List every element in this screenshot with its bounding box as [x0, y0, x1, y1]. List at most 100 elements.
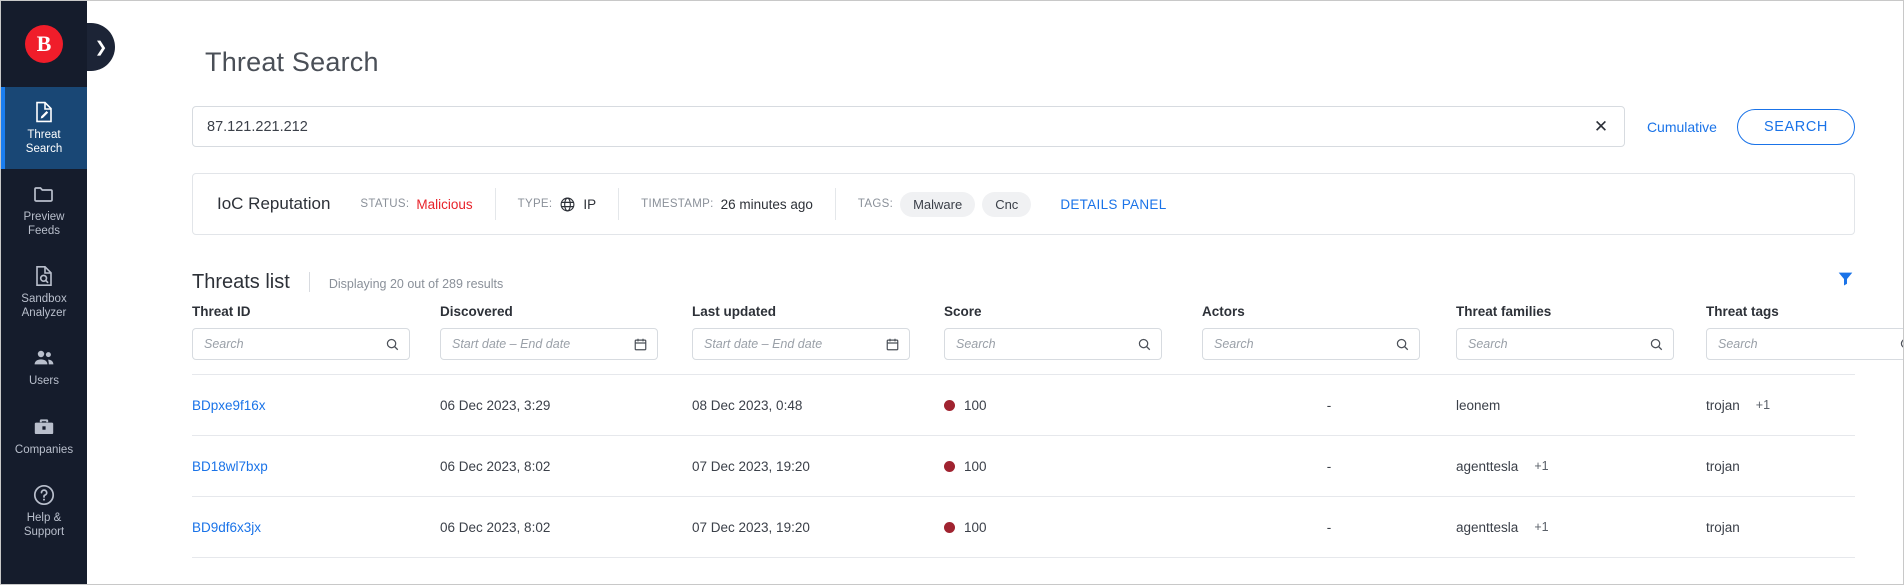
column-header-last-updated: Last updated: [692, 304, 777, 319]
cell-discovered: 06 Dec 2023, 8:02: [440, 496, 692, 558]
filter-input-last-updated[interactable]: [704, 337, 885, 351]
ioc-status: STATUS: Malicious: [360, 188, 494, 220]
family-name: agenttesla: [1456, 458, 1519, 474]
calendar-icon[interactable]: [885, 337, 900, 352]
filter-threat-families[interactable]: [1456, 328, 1674, 360]
column-header-threat-tags: Threat tags: [1706, 304, 1779, 319]
divider: [308, 271, 310, 292]
sidebar-item-label: Companies: [14, 443, 74, 456]
cell-last-updated: 08 Dec 2023, 0:48: [692, 374, 944, 436]
sidebar-item-help-support[interactable]: Help & Support: [1, 470, 87, 552]
cell-actors: -: [1202, 374, 1456, 436]
family-name: leonem: [1456, 397, 1501, 413]
score-dot-icon: [944, 521, 955, 533]
filter-threat-tags[interactable]: [1706, 328, 1903, 360]
page-title: Threat Search: [205, 47, 379, 77]
search-row: ✕ Cumulative SEARCH: [87, 78, 1903, 147]
score-value: 100: [964, 519, 987, 535]
tag-chip: Cnc: [982, 191, 1032, 217]
details-panel-link[interactable]: DETAILS PANEL: [1060, 197, 1166, 212]
sidebar-item-label: Preview Feeds: [23, 211, 65, 237]
search-icon[interactable]: [1395, 337, 1410, 352]
sidebar-item-label: Threat Search: [25, 129, 63, 155]
cell-score: 100: [944, 459, 1202, 474]
cell-actors: -: [1202, 435, 1456, 497]
search-icon[interactable]: [1899, 337, 1903, 352]
threat-id-link[interactable]: BD18wl7bxp: [192, 459, 268, 474]
cell-actors: -: [1202, 496, 1456, 558]
sidebar-item-users[interactable]: Users: [1, 333, 87, 402]
threats-table: Threat ID Discovered Last updated Score …: [192, 304, 1903, 558]
ioc-tags: TAGS: Malware Cnc DETAILS PANEL: [834, 188, 1189, 220]
status-badge: Malicious: [416, 196, 473, 212]
tag-name: trojan: [1706, 519, 1740, 535]
ioc-timestamp-label: TIMESTAMP:: [641, 198, 714, 210]
filter-input-threat-tags[interactable]: [1718, 337, 1899, 351]
filter-threat-id[interactable]: [192, 328, 410, 360]
table-row[interactable]: BDpxe9f16x 06 Dec 2023, 3:29 08 Dec 2023…: [192, 374, 1855, 436]
ioc-title: IoC Reputation: [217, 194, 331, 213]
search-icon[interactable]: [1137, 337, 1152, 352]
table-filter-row: [192, 328, 1903, 375]
tag-more-count[interactable]: +1: [1756, 398, 1770, 412]
users-icon: [32, 346, 56, 370]
cell-score: 100: [944, 398, 1202, 413]
filter-last-updated[interactable]: [692, 328, 910, 360]
close-icon[interactable]: ✕: [1590, 116, 1612, 138]
ioc-type: TYPE: IP: [494, 188, 619, 220]
sidebar-item-label: Help & Support: [23, 512, 65, 538]
ioc-status-label: STATUS:: [360, 198, 410, 210]
column-header-discovered: Discovered: [440, 304, 513, 319]
chevron-right-icon: ❯: [94, 39, 108, 56]
filter-discovered[interactable]: [440, 328, 658, 360]
filter-score[interactable]: [944, 328, 1162, 360]
filter-input-threat-id[interactable]: [204, 337, 385, 351]
filter-input-discovered[interactable]: [452, 337, 633, 351]
logo-letter: B: [25, 25, 63, 63]
sidebar-item-companies[interactable]: Companies: [1, 402, 87, 471]
brand-logo[interactable]: B: [1, 1, 87, 87]
table-row[interactable]: BD9df6x3jx 06 Dec 2023, 8:02 07 Dec 2023…: [192, 496, 1855, 558]
family-name: agenttesla: [1456, 519, 1519, 535]
sidebar-item-label: Users: [28, 375, 60, 387]
ioc-timestamp-value: 26 minutes ago: [720, 196, 813, 212]
sidebar-item-threat-search[interactable]: Threat Search: [1, 87, 87, 169]
family-more-count[interactable]: +1: [1534, 520, 1548, 534]
sidebar-item-preview-feeds[interactable]: Preview Feeds: [1, 169, 87, 251]
app-window: B Threat Search Preview Feeds Sandbox An…: [0, 0, 1904, 585]
search-box[interactable]: ✕: [192, 106, 1625, 147]
filter-input-threat-families[interactable]: [1468, 337, 1649, 351]
tag-name: trojan: [1706, 397, 1740, 413]
document-pencil-icon: [32, 100, 56, 124]
table-row[interactable]: BD18wl7bxp 06 Dec 2023, 8:02 07 Dec 2023…: [192, 435, 1855, 497]
cell-threat-tags: trojan +1: [1706, 398, 1855, 413]
search-button[interactable]: SEARCH: [1736, 108, 1855, 145]
cell-score: 100: [944, 520, 1202, 535]
threat-id-link[interactable]: BDpxe9f16x: [192, 398, 266, 413]
score-dot-icon: [944, 460, 955, 472]
cell-threat-tags: trojan: [1706, 459, 1855, 474]
threats-list-header: Threats list Displaying 20 out of 289 re…: [87, 235, 1903, 294]
ioc-type-label: TYPE:: [517, 198, 553, 210]
filter-input-actors[interactable]: [1214, 337, 1395, 351]
ioc-type-value: IP: [583, 196, 597, 212]
ioc-reputation-card: IoC Reputation STATUS: Malicious TYPE: I…: [192, 173, 1855, 235]
filter-actors[interactable]: [1202, 328, 1420, 360]
filter-input-score[interactable]: [956, 337, 1137, 351]
search-input[interactable]: [207, 118, 1590, 135]
document-search-icon: [32, 264, 56, 288]
threats-result-count: Displaying 20 out of 289 results: [328, 277, 504, 291]
calendar-icon[interactable]: [633, 337, 648, 352]
family-more-count[interactable]: +1: [1534, 459, 1548, 473]
score-value: 100: [964, 397, 987, 413]
cumulative-link[interactable]: Cumulative: [1647, 119, 1717, 135]
threat-id-link[interactable]: BD9df6x3jx: [192, 520, 261, 535]
search-icon[interactable]: [385, 337, 400, 352]
funnel-icon[interactable]: [1836, 269, 1855, 288]
question-circle-icon: [32, 483, 56, 507]
sidebar-item-label: Sandbox Analyzer: [21, 293, 67, 319]
tag-chip: Malware: [900, 191, 976, 217]
column-header-threat-id: Threat ID: [192, 304, 251, 319]
sidebar-item-sandbox-analyzer[interactable]: Sandbox Analyzer: [1, 251, 87, 333]
search-icon[interactable]: [1649, 337, 1664, 352]
